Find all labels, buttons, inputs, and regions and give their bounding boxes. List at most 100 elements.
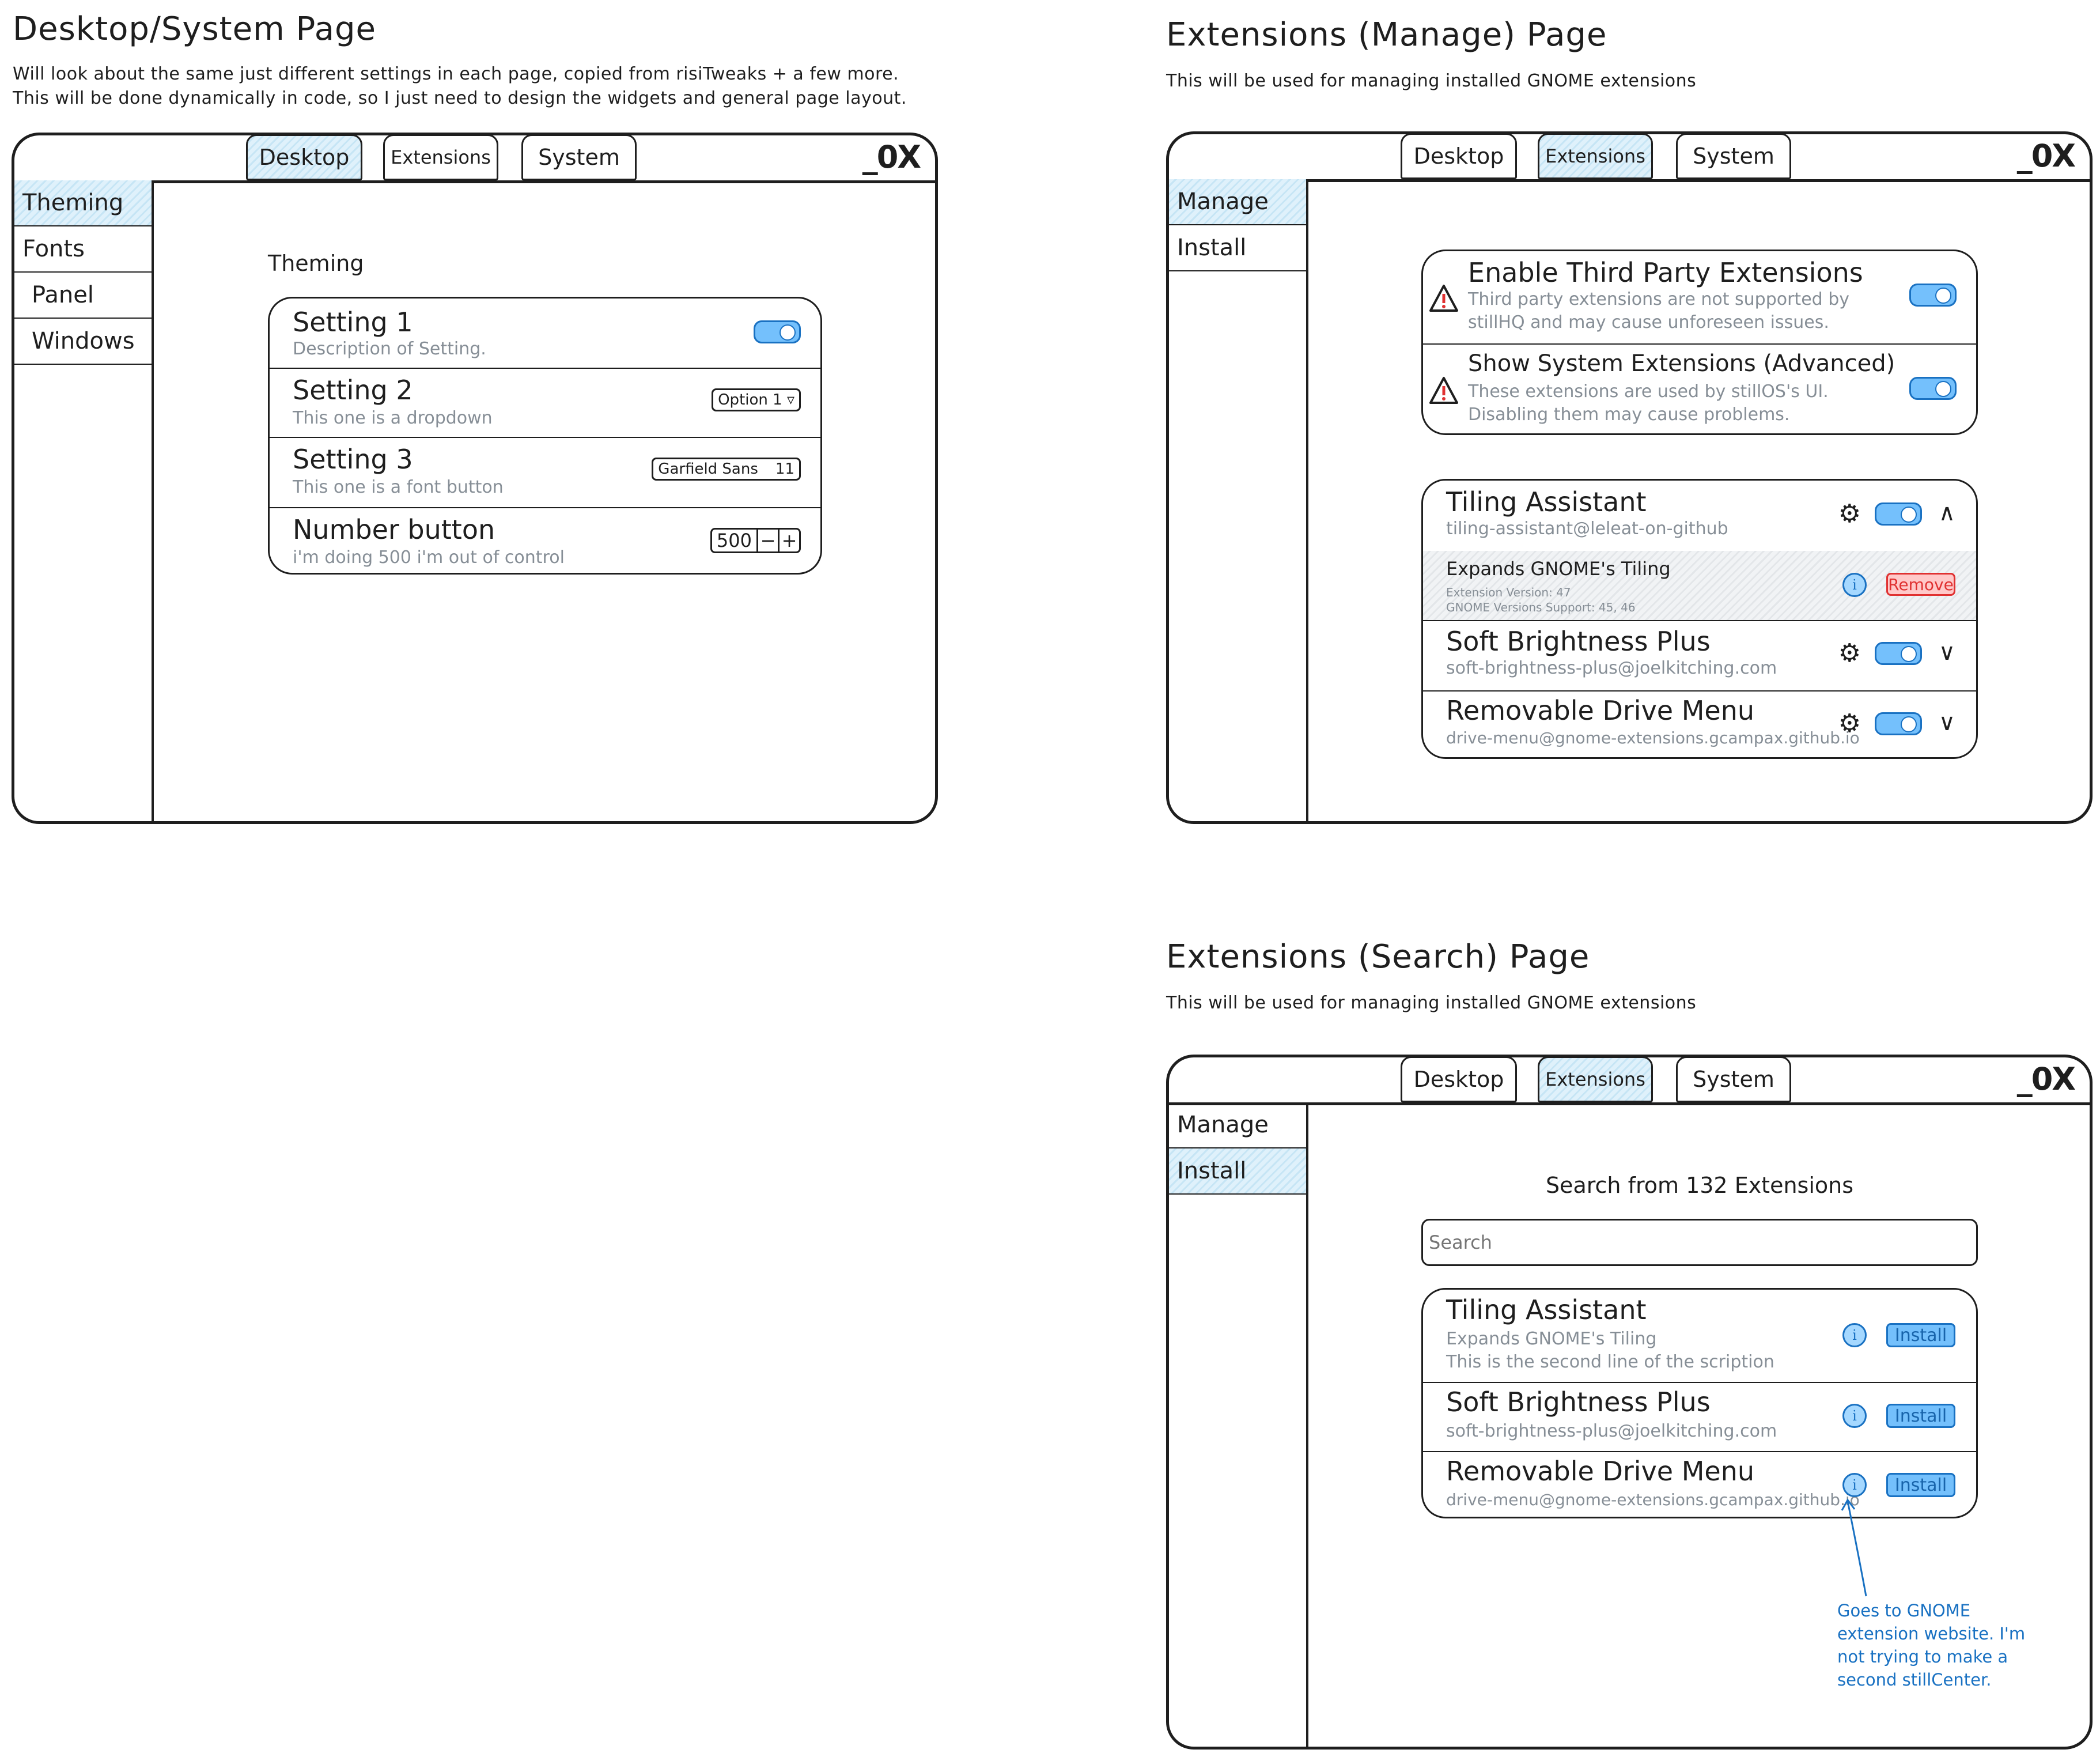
chevron-up-icon[interactable]: ∧ (1939, 501, 1955, 524)
search-heading: Search from 132 Extensions (1545, 1173, 1854, 1198)
extension-name: Soft Brightness Plus (1446, 626, 1711, 657)
sidebar-item-windows[interactable]: Windows (14, 319, 152, 365)
result-line-2: This is the second line of the scription (1446, 1352, 1774, 1372)
extension-toggle[interactable] (1875, 642, 1922, 665)
extension-name: Removable Drive Menu (1446, 695, 1755, 726)
search-header-bar: Desktop Extensions System _0X (1169, 1056, 2090, 1105)
warning-line-1: These extensions are used by stillOS's U… (1468, 381, 1829, 402)
annotation-note: Goes to GNOME extension website. I'm not… (1837, 1599, 2025, 1691)
search-window: Desktop Extensions System _0X Manage Ins… (1166, 1055, 2093, 1750)
increment-button[interactable]: + (780, 530, 799, 551)
setting-row-3: Setting 3 This one is a font button Garf… (270, 437, 820, 508)
gnome-versions-support: GNOME Versions Support: 45, 46 (1446, 600, 1636, 614)
result-name: Removable Drive Menu (1446, 1456, 1755, 1487)
search-page-desc: This will be used for managing installed… (1166, 993, 1697, 1013)
remove-button[interactable]: Remove (1886, 573, 1955, 596)
extension-id: tiling-assistant@leleat-on-github (1446, 519, 1728, 539)
settings-card: Setting 1 Description of Setting. Settin… (268, 297, 822, 575)
sidebar-item-panel[interactable]: Panel (14, 273, 152, 319)
search-results-card: Tiling Assistant Expands GNOME's Tiling … (1421, 1288, 1978, 1518)
tab-system[interactable]: System (1676, 133, 1791, 179)
info-icon[interactable]: i (1842, 1404, 1867, 1428)
tab-extensions[interactable]: Extensions (1538, 1056, 1653, 1102)
sidebar-item-manage[interactable]: Manage (1169, 1102, 1306, 1148)
setting-subtitle: Description of Setting. (293, 339, 486, 359)
result-row-drive-menu[interactable]: Removable Drive Menu drive-menu@gnome-ex… (1423, 1451, 1976, 1517)
decrement-button[interactable]: − (758, 530, 780, 551)
desktop-page-desc-1: Will look about the same just different … (13, 64, 899, 84)
sidebar-item-install[interactable]: Install (1169, 1148, 1306, 1195)
tab-system[interactable]: System (521, 134, 637, 180)
gear-icon[interactable]: ⚙ (1838, 641, 1861, 666)
extension-row-drive-menu[interactable]: Removable Drive Menu drive-menu@gnome-ex… (1423, 690, 1976, 757)
extension-id: soft-brightness-plus@joelkitching.com (1446, 658, 1777, 678)
extension-id: drive-menu@gnome-extensions.gcampax.gith… (1446, 728, 1860, 747)
third-party-toggle[interactable] (1909, 284, 1957, 307)
manage-page-desc: This will be used for managing installed… (1166, 71, 1697, 91)
install-button[interactable]: Install (1886, 1323, 1955, 1347)
font-size: 11 (775, 460, 794, 478)
sidebar-item-install[interactable]: Install (1169, 225, 1306, 271)
desktop-window: Desktop Extensions System _0X Theming Fo… (12, 133, 938, 824)
extension-toggle[interactable] (1875, 712, 1922, 735)
setting-row-4: Number button i'm doing 500 i'm out of c… (270, 507, 820, 573)
number-value[interactable]: 500 (712, 530, 758, 551)
extension-row-tiling[interactable]: Tiling Assistant tiling-assistant@leleat… (1423, 481, 1976, 552)
install-button[interactable]: Install (1886, 1473, 1955, 1497)
warning-title: Show System Extensions (Advanced) (1468, 350, 1895, 377)
result-row-tiling[interactable]: Tiling Assistant Expands GNOME's Tiling … (1423, 1290, 1976, 1383)
setting-title: Setting 1 (293, 307, 413, 338)
warning-settings-card: Enable Third Party Extensions Third part… (1421, 250, 1978, 435)
extension-toggle[interactable] (1875, 502, 1922, 526)
chevron-down-icon[interactable]: ∨ (1939, 641, 1955, 664)
info-icon[interactable]: i (1842, 1323, 1867, 1347)
setting-subtitle: This one is a font button (293, 477, 504, 497)
third-party-row: Enable Third Party Extensions Third part… (1423, 251, 1976, 345)
setting-1-toggle[interactable] (754, 320, 801, 343)
section-label-theming: Theming (268, 251, 364, 276)
setting-title: Setting 3 (293, 444, 413, 475)
extension-row-soft-brightness[interactable]: Soft Brightness Plus soft-brightness-plu… (1423, 620, 1976, 692)
search-input[interactable] (1421, 1219, 1978, 1266)
sidebar-item-fonts[interactable]: Fonts (14, 226, 152, 273)
gear-icon[interactable]: ⚙ (1838, 711, 1861, 736)
setting-subtitle: i'm doing 500 i'm out of control (293, 547, 565, 568)
result-row-soft-brightness[interactable]: Soft Brightness Plus soft-brightness-plu… (1423, 1382, 1976, 1452)
setting-row-2: Setting 2 This one is a dropdown Option … (270, 368, 820, 438)
tab-extensions[interactable]: Extensions (383, 134, 498, 180)
window-controls[interactable]: _0X (2017, 138, 2076, 174)
warning-line-2: Disabling them may cause problems. (1468, 405, 1790, 425)
warning-icon (1429, 377, 1458, 404)
setting-title: Number button (293, 514, 495, 545)
result-line-1: soft-brightness-plus@joelkitching.com (1446, 1421, 1777, 1441)
result-name: Tiling Assistant (1446, 1294, 1647, 1325)
manage-page-title: Extensions (Manage) Page (1166, 16, 1607, 54)
installed-extensions-card: Tiling Assistant tiling-assistant@leleat… (1421, 479, 1978, 759)
setting-3-font-button[interactable]: Garfield Sans 11 (652, 458, 801, 481)
chevron-down-icon[interactable]: ∨ (1939, 711, 1955, 734)
setting-row-1: Setting 1 Description of Setting. (270, 298, 820, 369)
window-controls[interactable]: _0X (2017, 1061, 2076, 1097)
tab-extensions[interactable]: Extensions (1538, 133, 1653, 179)
tab-desktop[interactable]: Desktop (246, 134, 362, 180)
extension-version: Extension Version: 47 (1446, 585, 1571, 599)
window-controls[interactable]: _0X (862, 139, 921, 175)
info-icon[interactable]: i (1842, 1473, 1867, 1497)
tab-desktop[interactable]: Desktop (1401, 1056, 1517, 1102)
search-sidebar: Manage Install (1169, 1102, 1308, 1747)
manage-sidebar: Manage Install (1169, 179, 1308, 821)
sidebar-item-theming[interactable]: Theming (14, 180, 152, 226)
manage-window: Desktop Extensions System _0X Manage Ins… (1166, 131, 2093, 824)
info-icon[interactable]: i (1842, 573, 1867, 597)
system-extensions-toggle[interactable] (1909, 377, 1957, 400)
tab-desktop[interactable]: Desktop (1401, 133, 1517, 179)
manage-header-bar: Desktop Extensions System _0X (1169, 133, 2090, 182)
setting-2-dropdown[interactable]: Option 1 ▿ (712, 388, 801, 411)
setting-subtitle: This one is a dropdown (293, 408, 493, 428)
tab-system[interactable]: System (1676, 1056, 1791, 1102)
sidebar-item-manage[interactable]: Manage (1169, 179, 1306, 225)
gear-icon[interactable]: ⚙ (1838, 501, 1861, 527)
extension-details-panel: Expands GNOME's Tiling Extension Version… (1423, 551, 1976, 621)
annotation-line-2: extension website. I'm (1837, 1624, 2026, 1643)
install-button[interactable]: Install (1886, 1404, 1955, 1428)
